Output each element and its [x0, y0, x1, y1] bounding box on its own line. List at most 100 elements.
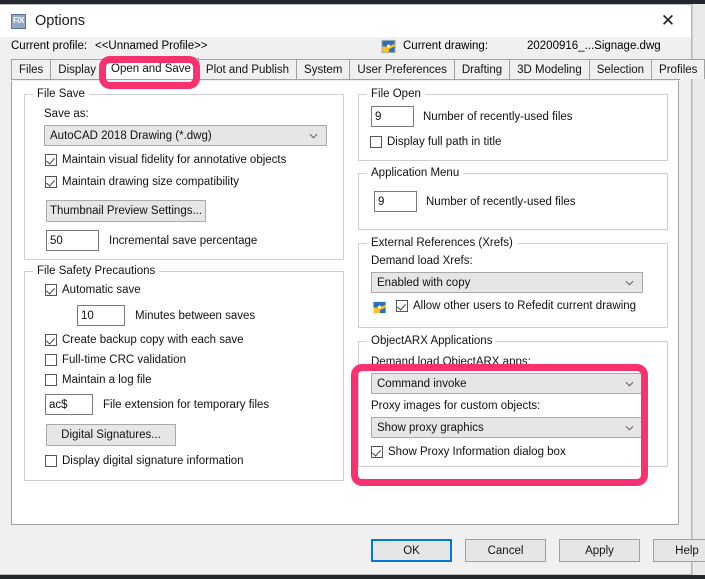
- file-open-recent-files-input[interactable]: 9: [371, 106, 414, 127]
- tab-system[interactable]: System: [296, 59, 351, 79]
- temp-file-extension-label: File extension for temporary files: [103, 399, 270, 411]
- display-digital-signature-checkbox[interactable]: Display digital signature information: [45, 455, 244, 467]
- application-menu-group: Application Menu 9 Number of recently-us…: [358, 167, 668, 230]
- external-references-group: External References (Xrefs) Demand load …: [358, 237, 668, 328]
- temp-file-extension-input[interactable]: ac$: [45, 394, 93, 415]
- host-background-right: [692, 4, 705, 575]
- cancel-button[interactable]: Cancel: [465, 539, 546, 562]
- fx-icon: F/X: [11, 13, 26, 29]
- app-menu-recent-files-input[interactable]: 9: [374, 191, 417, 212]
- crc-validation-checkbox[interactable]: Full-time CRC validation: [45, 354, 186, 366]
- checkbox-label: Create backup copy with each save: [62, 334, 244, 346]
- save-as-label: Save as:: [44, 108, 89, 120]
- tab-label: 3D Modeling: [517, 63, 582, 76]
- xrefs-legend: External References (Xrefs): [367, 237, 517, 249]
- checkbox-label: Show Proxy Information dialog box: [388, 446, 566, 458]
- tab-label: Open and Save: [111, 63, 191, 75]
- checkbox-box: [45, 455, 57, 467]
- help-button[interactable]: Help: [653, 539, 705, 562]
- incremental-save-label: Incremental save percentage: [109, 235, 258, 247]
- file-safety-precautions-group: File Safety Precautions Automatic save 1…: [24, 265, 344, 481]
- apply-button[interactable]: Apply: [559, 539, 640, 562]
- demand-load-xrefs-label: Demand load Xrefs:: [371, 255, 473, 267]
- current-profile-label: Current profile:: [11, 40, 88, 52]
- maintain-log-file-checkbox[interactable]: Maintain a log file: [45, 374, 152, 386]
- tab-display[interactable]: Display: [50, 59, 104, 79]
- file-open-legend: File Open: [367, 88, 425, 100]
- file-save-legend: File Save: [33, 88, 89, 100]
- tab-profiles[interactable]: Profiles: [651, 59, 705, 79]
- dialog-footer: OK Cancel Apply Help: [0, 529, 705, 576]
- checkbox-box: [45, 176, 57, 188]
- checkbox-box: [45, 284, 57, 296]
- checkbox-label: Display full path in title: [387, 136, 502, 148]
- demand-load-xrefs-combo[interactable]: Enabled with copy: [371, 272, 643, 293]
- chevron-down-icon: [625, 381, 634, 387]
- incremental-save-input[interactable]: 50: [46, 230, 99, 251]
- tab-drafting[interactable]: Drafting: [453, 59, 511, 79]
- checkbox-label: Maintain visual fidelity for annotative …: [62, 154, 287, 166]
- proxy-images-combo[interactable]: Show proxy graphics: [371, 417, 643, 438]
- digital-signatures-button[interactable]: Digital Signatures...: [46, 424, 176, 446]
- tab-label: Selection: [596, 63, 645, 76]
- checkbox-box: [45, 154, 57, 166]
- minutes-between-saves-input[interactable]: 10: [77, 305, 125, 326]
- tab-label: Files: [19, 63, 44, 76]
- save-as-combo[interactable]: AutoCAD 2018 Drawing (*.dwg): [44, 125, 327, 146]
- tab-selection[interactable]: Selection: [588, 59, 653, 79]
- tab-strip: Files Display Open and Save Plot and Pub…: [11, 58, 705, 80]
- window-title: Options: [35, 13, 85, 29]
- file-save-group: File Save Save as: AutoCAD 2018 Drawing …: [24, 88, 344, 260]
- show-proxy-information-checkbox[interactable]: Show Proxy Information dialog box: [371, 446, 566, 458]
- checkbox-label: Full-time CRC validation: [62, 354, 186, 366]
- tab-label: Profiles: [659, 63, 698, 76]
- demand-load-objectarx-label: Demand load ObjectARX apps:: [371, 356, 531, 368]
- current-drawing-label: Current drawing:: [403, 40, 489, 52]
- checkbox-label: Allow other users to Refedit current dra…: [413, 300, 637, 312]
- maintain-size-compatibility-checkbox[interactable]: Maintain drawing size compatibility: [45, 176, 239, 188]
- demand-load-xrefs-value: Enabled with copy: [377, 276, 471, 289]
- objectarx-legend: ObjectARX Applications: [367, 335, 497, 347]
- ok-button[interactable]: OK: [371, 539, 452, 562]
- file-open-group: File Open 9 Number of recently-used file…: [358, 88, 668, 161]
- create-backup-copy-checkbox[interactable]: Create backup copy with each save: [45, 334, 244, 346]
- tab-label: Display: [58, 63, 96, 76]
- checkbox-box: [45, 354, 57, 366]
- allow-refedit-checkbox[interactable]: Allow other users to Refedit current dra…: [396, 300, 636, 312]
- checkbox-label: Automatic save: [62, 284, 141, 296]
- tab-label: Drafting: [461, 63, 503, 76]
- proxy-images-label: Proxy images for custom objects:: [371, 400, 541, 412]
- profile-row: Current profile: <<Unnamed Profile>> Cur…: [0, 37, 691, 59]
- file-safety-legend: File Safety Precautions: [33, 265, 160, 277]
- app-menu-recent-files-label: Number of recently-used files: [426, 196, 576, 208]
- tab-plot-and-publish[interactable]: Plot and Publish: [197, 59, 298, 79]
- tab-files[interactable]: Files: [11, 59, 52, 79]
- current-drawing-value: 20200916_...Signage.dwg: [527, 40, 661, 52]
- objectarx-group: ObjectARX Applications Demand load Objec…: [358, 335, 668, 467]
- title-bar: F/X Options ✕: [0, 5, 691, 37]
- checkbox-box: [371, 446, 383, 458]
- checkbox-box: [45, 334, 57, 346]
- checkbox-label: Maintain drawing size compatibility: [62, 176, 240, 188]
- tab-3d-modeling[interactable]: 3D Modeling: [509, 59, 590, 79]
- chevron-down-icon: [309, 133, 318, 139]
- maintain-visual-fidelity-checkbox[interactable]: Maintain visual fidelity for annotative …: [45, 154, 286, 166]
- thumbnail-preview-settings-button[interactable]: Thumbnail Preview Settings...: [46, 200, 206, 222]
- tab-open-and-save[interactable]: Open and Save: [103, 58, 199, 79]
- automatic-save-checkbox[interactable]: Automatic save: [45, 284, 141, 296]
- chevron-down-icon: [625, 425, 634, 431]
- checkbox-box: [45, 374, 57, 386]
- tab-label: Plot and Publish: [205, 63, 290, 76]
- proxy-images-value: Show proxy graphics: [377, 421, 484, 434]
- tab-label: User Preferences: [357, 63, 447, 76]
- options-dialog: F/X Options ✕ Current profile: <<Unnamed…: [0, 4, 705, 576]
- minutes-between-saves-label: Minutes between saves: [135, 310, 256, 322]
- current-profile-value: <<Unnamed Profile>>: [95, 40, 208, 52]
- close-icon[interactable]: ✕: [645, 5, 691, 37]
- checkbox-label: Maintain a log file: [62, 374, 152, 386]
- display-full-path-checkbox[interactable]: Display full path in title: [370, 136, 501, 148]
- checkbox-box: [370, 136, 382, 148]
- tab-user-preferences[interactable]: User Preferences: [349, 59, 455, 79]
- save-as-value: AutoCAD 2018 Drawing (*.dwg): [50, 129, 212, 142]
- demand-load-objectarx-combo[interactable]: Command invoke: [371, 373, 643, 394]
